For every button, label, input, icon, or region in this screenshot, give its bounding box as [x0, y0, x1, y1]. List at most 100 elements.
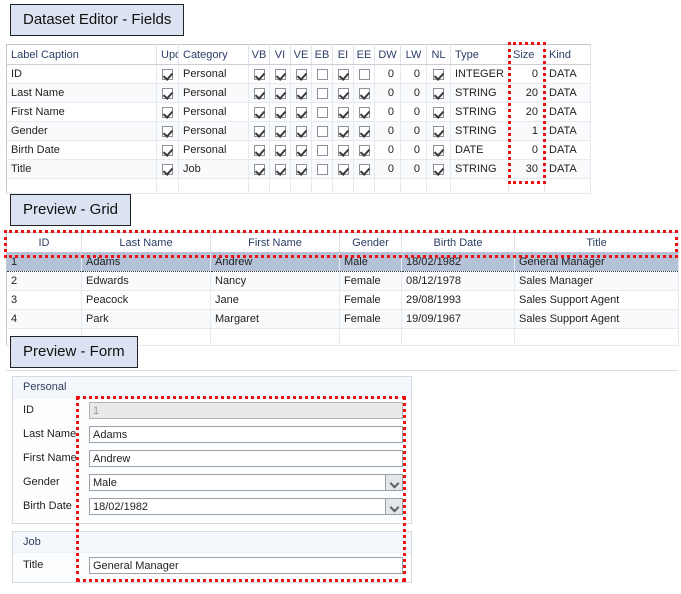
checkbox-icon[interactable]	[162, 68, 173, 80]
fields-table-row[interactable]: Birth Date Personal 0 0 DATE 0 DATA	[6, 140, 591, 160]
checkbox-icon[interactable]	[433, 125, 444, 137]
checkbox-icon[interactable]	[162, 106, 173, 118]
field-vb-checkbox[interactable]	[248, 159, 270, 179]
fields-table-row[interactable]: Last Name Personal 0 0 STRING 20 DATA	[6, 83, 591, 103]
field-ve-checkbox[interactable]	[290, 140, 312, 160]
field-eb-checkbox[interactable]	[311, 140, 333, 160]
fields-col-label-caption[interactable]: Label Caption	[6, 44, 157, 65]
checkbox-icon[interactable]	[274, 163, 286, 175]
field-ei-checkbox[interactable]	[332, 140, 354, 160]
field-ee-checkbox[interactable]	[353, 64, 375, 84]
checkbox-icon[interactable]	[295, 106, 307, 118]
field-vi-checkbox[interactable]	[269, 102, 291, 122]
form-input-last-name[interactable]: Adams	[89, 425, 403, 443]
checkbox-icon[interactable]	[358, 68, 370, 80]
fields-col-upd[interactable]: Upd	[156, 44, 179, 65]
chevron-down-icon[interactable]	[385, 474, 402, 490]
preview-grid-row[interactable]: 2 Edwards Nancy Female 08/12/1978 Sales Manag…	[6, 271, 679, 291]
preview-col-birth-date[interactable]: Birth Date	[401, 232, 515, 253]
preview-grid-table[interactable]: ID Last Name First Name Gender Birth Dat…	[6, 232, 679, 346]
checkbox-icon[interactable]	[316, 87, 328, 99]
fields-table-row[interactable]: Title Job 0 0 STRING 30 DATA	[6, 159, 591, 179]
checkbox-icon[interactable]	[274, 125, 286, 137]
checkbox-icon[interactable]	[358, 163, 370, 175]
checkbox-icon[interactable]	[295, 68, 307, 80]
chevron-down-icon[interactable]	[385, 498, 402, 514]
field-ei-checkbox[interactable]	[332, 159, 354, 179]
field-nl-checkbox[interactable]	[426, 102, 451, 122]
fields-col-type[interactable]: Type	[450, 44, 509, 65]
checkbox-icon[interactable]	[337, 144, 349, 156]
checkbox-icon[interactable]	[358, 144, 370, 156]
field-eb-checkbox[interactable]	[311, 159, 333, 179]
field-vi-checkbox[interactable]	[269, 159, 291, 179]
fields-col-nl[interactable]: NL	[426, 44, 451, 65]
fields-col-dw[interactable]: DW	[374, 44, 401, 65]
fields-col-size[interactable]: Size	[508, 44, 545, 65]
field-upd-checkbox[interactable]	[156, 159, 179, 179]
checkbox-icon[interactable]	[316, 125, 328, 137]
fields-col-vb[interactable]: VB	[248, 44, 270, 65]
preview-grid-row[interactable]: 3 Peacock Jane Female 29/08/1993 Sales Suppor…	[6, 290, 679, 310]
checkbox-icon[interactable]	[316, 144, 328, 156]
checkbox-icon[interactable]	[358, 87, 370, 99]
field-ve-checkbox[interactable]	[290, 159, 312, 179]
field-nl-checkbox[interactable]	[426, 140, 451, 160]
checkbox-icon[interactable]	[253, 163, 265, 175]
field-vi-checkbox[interactable]	[269, 121, 291, 141]
field-vi-checkbox[interactable]	[269, 83, 291, 103]
checkbox-icon[interactable]	[337, 87, 349, 99]
fields-table-row[interactable]: First Name Personal 0 0 STRING 20 DATA	[6, 102, 591, 122]
checkbox-icon[interactable]	[337, 125, 349, 137]
checkbox-icon[interactable]	[316, 68, 328, 80]
field-vb-checkbox[interactable]	[248, 64, 270, 84]
preview-col-first-name[interactable]: First Name	[210, 232, 340, 253]
fields-col-ee[interactable]: EE	[353, 44, 375, 65]
field-upd-checkbox[interactable]	[156, 102, 179, 122]
field-vb-checkbox[interactable]	[248, 83, 270, 103]
field-eb-checkbox[interactable]	[311, 64, 333, 84]
field-upd-checkbox[interactable]	[156, 83, 179, 103]
field-ee-checkbox[interactable]	[353, 83, 375, 103]
preview-col-title[interactable]: Title	[514, 232, 679, 253]
checkbox-icon[interactable]	[274, 68, 286, 80]
preview-col-id[interactable]: ID	[6, 232, 82, 253]
checkbox-icon[interactable]	[337, 163, 349, 175]
form-input-gender[interactable]: Male	[89, 473, 403, 491]
fields-col-vi[interactable]: VI	[269, 44, 291, 65]
checkbox-icon[interactable]	[316, 163, 328, 175]
checkbox-icon[interactable]	[274, 106, 286, 118]
checkbox-icon[interactable]	[337, 68, 349, 80]
checkbox-icon[interactable]	[433, 106, 444, 118]
fields-col-kind[interactable]: Kind	[544, 44, 591, 65]
field-vb-checkbox[interactable]	[248, 102, 270, 122]
checkbox-icon[interactable]	[162, 144, 173, 156]
field-upd-checkbox[interactable]	[156, 121, 179, 141]
preview-col-gender[interactable]: Gender	[339, 232, 402, 253]
checkbox-icon[interactable]	[433, 87, 444, 99]
checkbox-icon[interactable]	[295, 144, 307, 156]
checkbox-icon[interactable]	[274, 87, 286, 99]
form-input-first-name[interactable]: Andrew	[89, 449, 403, 467]
field-ee-checkbox[interactable]	[353, 159, 375, 179]
field-eb-checkbox[interactable]	[311, 102, 333, 122]
preview-col-last-name[interactable]: Last Name	[81, 232, 211, 253]
fields-col-ve[interactable]: VE	[290, 44, 312, 65]
checkbox-icon[interactable]	[433, 144, 444, 156]
form-input-title[interactable]: General Manager	[89, 556, 403, 574]
fields-col-eb[interactable]: EB	[311, 44, 333, 65]
field-ve-checkbox[interactable]	[290, 102, 312, 122]
checkbox-icon[interactable]	[162, 125, 173, 137]
checkbox-icon[interactable]	[316, 106, 328, 118]
field-ve-checkbox[interactable]	[290, 64, 312, 84]
field-ei-checkbox[interactable]	[332, 64, 354, 84]
field-vb-checkbox[interactable]	[248, 121, 270, 141]
field-eb-checkbox[interactable]	[311, 83, 333, 103]
field-ei-checkbox[interactable]	[332, 121, 354, 141]
checkbox-icon[interactable]	[433, 68, 444, 80]
preview-grid-row[interactable]: 1 Adams Andrew Male 18/02/1982 General Manage…	[6, 252, 679, 272]
fields-col-ei[interactable]: EI	[332, 44, 354, 65]
checkbox-icon[interactable]	[253, 87, 265, 99]
fields-col-lw[interactable]: LW	[400, 44, 427, 65]
checkbox-icon[interactable]	[433, 163, 444, 175]
